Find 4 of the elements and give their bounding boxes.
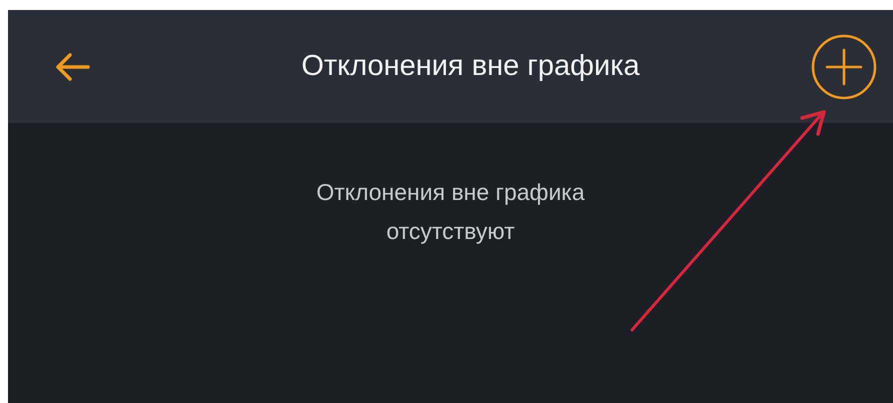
back-arrow-icon[interactable] [54,52,90,82]
screen-title: Отклонения вне графика [300,50,641,83]
add-icon[interactable] [811,34,877,100]
empty-message: Отклонения вне графика отсутствуют [315,178,586,246]
